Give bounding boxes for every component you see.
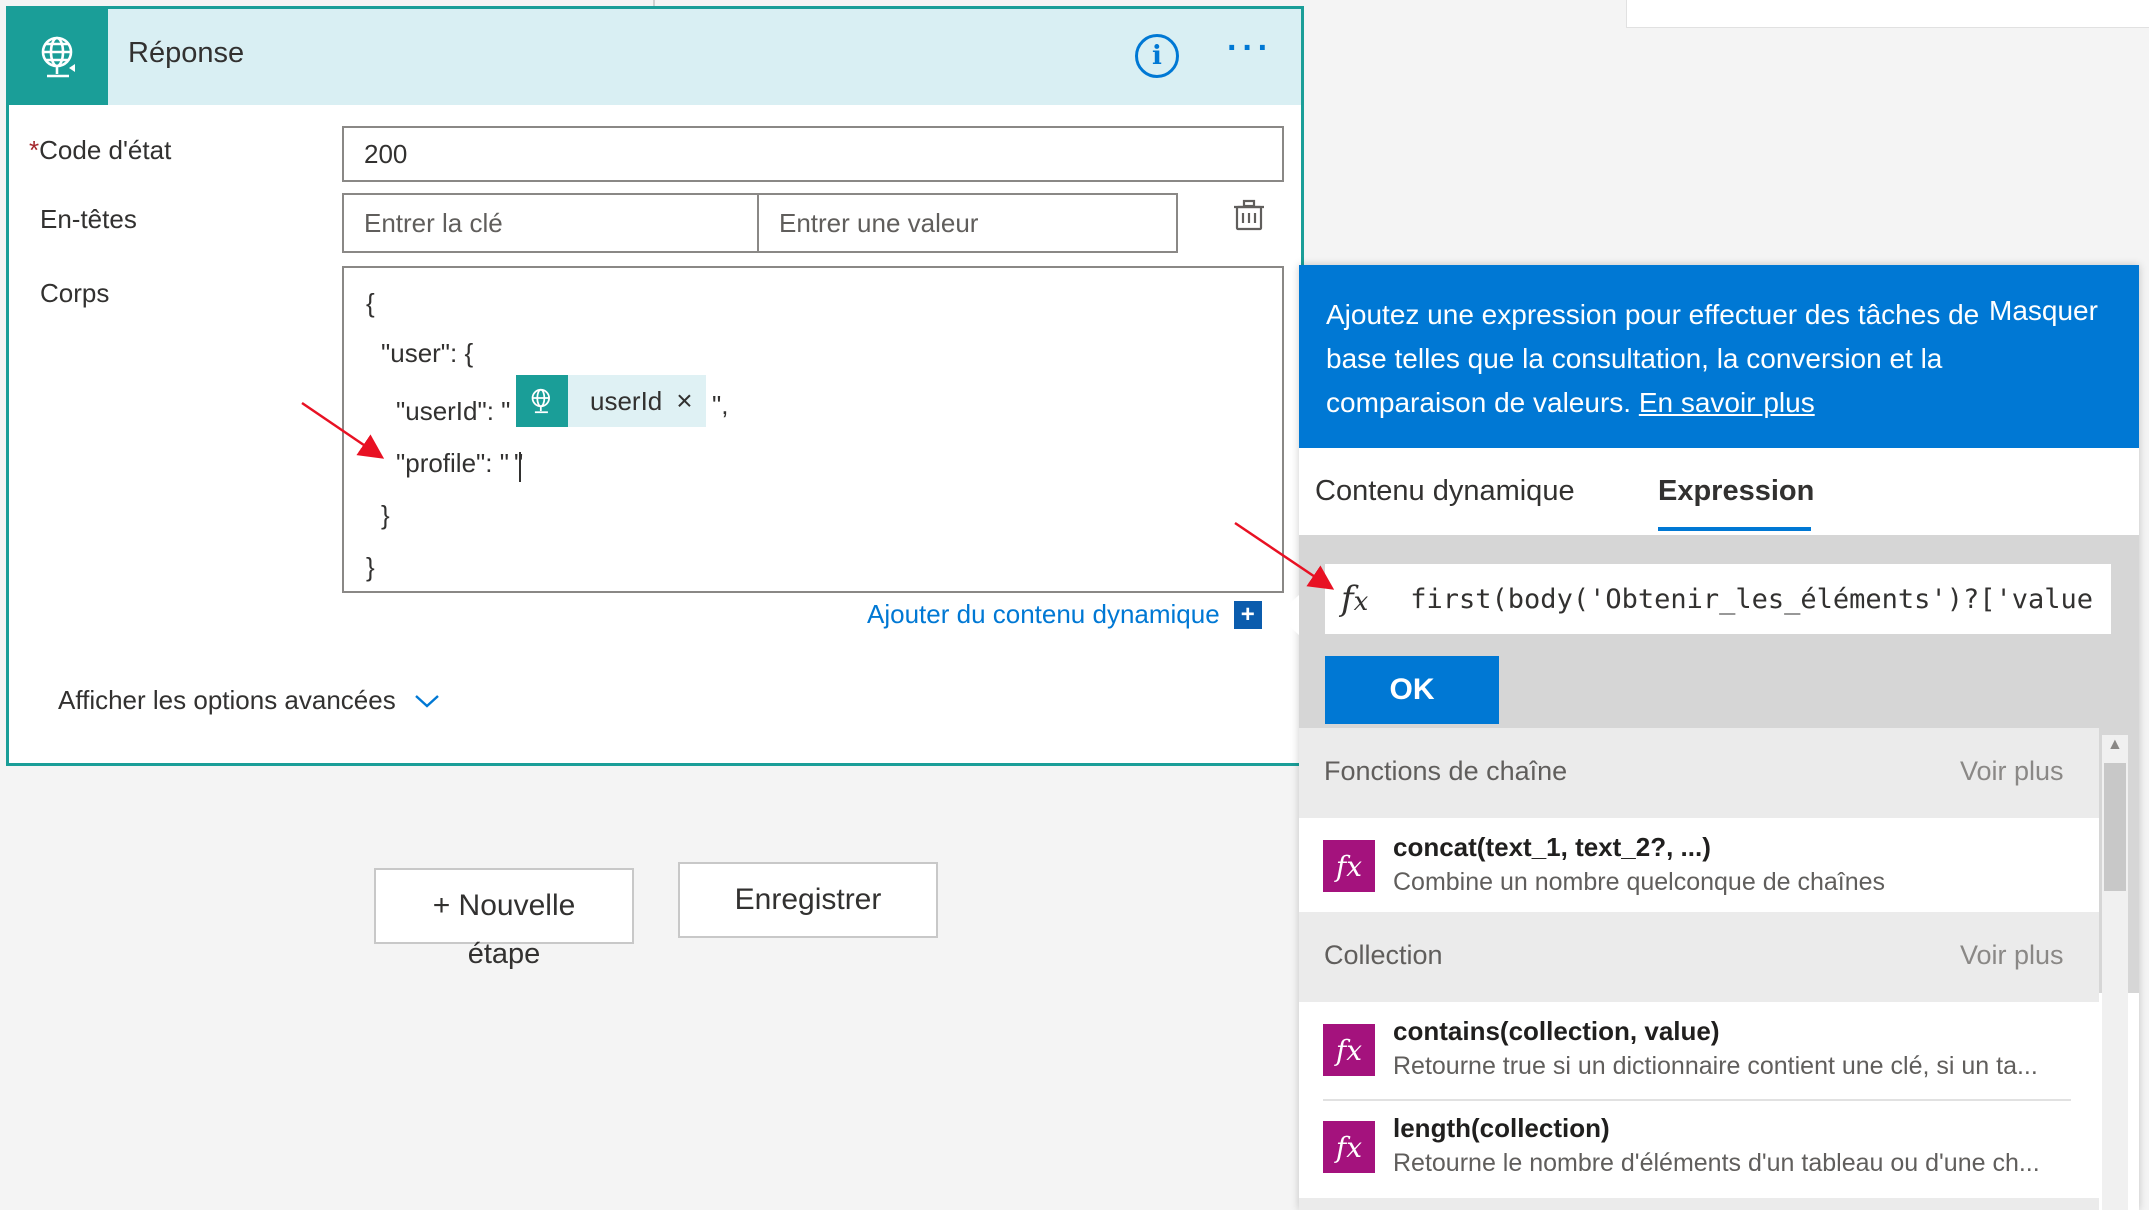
annotation-arrows	[301, 401, 1335, 590]
annotation-arrow-profile	[301, 401, 385, 459]
annotation-arrow-expression	[1234, 521, 1335, 590]
